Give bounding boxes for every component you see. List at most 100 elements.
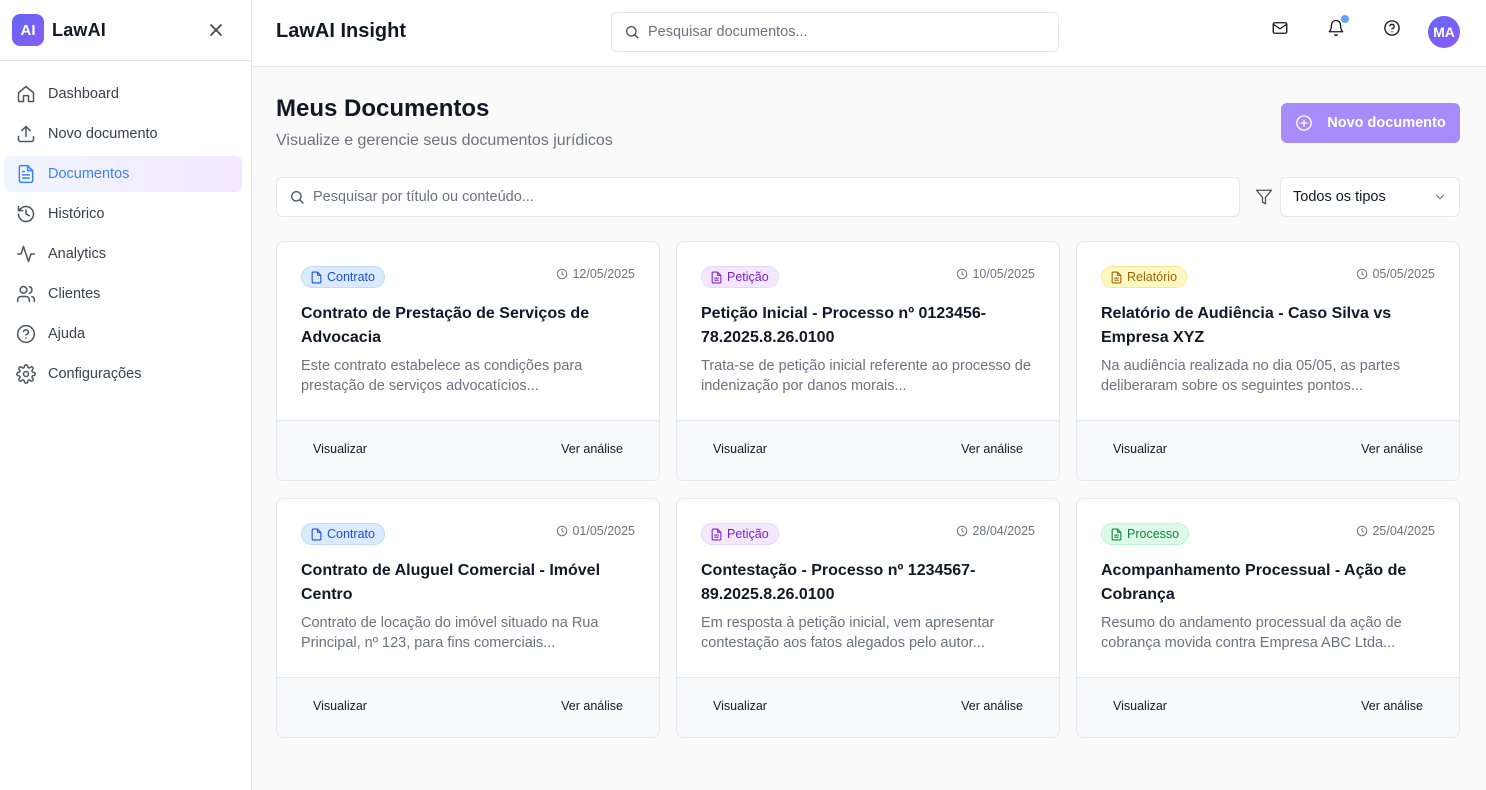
type-filter-select[interactable]: Todos os tipos xyxy=(1280,177,1460,217)
history-icon xyxy=(17,205,35,223)
sidebar-item-documentos[interactable]: Documentos xyxy=(4,156,242,192)
sidebar-item-clientes[interactable]: Clientes xyxy=(4,276,242,312)
sidebar-item-label: Dashboard xyxy=(48,86,119,102)
help-circle-icon xyxy=(1384,20,1400,36)
date-text: 10/05/2025 xyxy=(972,267,1035,281)
document-description: Em resposta à petição inicial, vem apres… xyxy=(701,614,995,651)
help-button[interactable] xyxy=(1382,18,1402,38)
file-icon xyxy=(311,528,322,540)
app-logo: AI xyxy=(12,14,44,46)
sidebar-item-label: Ajuda xyxy=(48,326,86,342)
clock-icon xyxy=(1357,268,1368,280)
type-filter-value: Todos os tipos xyxy=(1293,189,1386,205)
type-badge-label: Petição xyxy=(727,270,769,284)
sidebar-item-historico[interactable]: Histórico xyxy=(4,196,242,232)
type-badge: Petição xyxy=(701,266,779,288)
sidebar-item-configuracoes[interactable]: Configurações xyxy=(4,356,242,392)
help-circle-icon xyxy=(16,324,36,344)
view-button[interactable]: Visualizar xyxy=(1113,699,1167,713)
new-document-button[interactable]: Novo documento xyxy=(1281,103,1460,143)
sidebar-item-label: Configurações xyxy=(48,366,142,382)
view-analysis-button[interactable]: Ver análise xyxy=(961,442,1023,456)
card-footer: Visualizar Ver análise xyxy=(1077,677,1459,737)
messages-button[interactable] xyxy=(1270,18,1290,38)
document-description: Trata-se de petição inicial referente ao… xyxy=(701,357,1031,394)
card-footer: Visualizar Ver análise xyxy=(677,420,1059,480)
sidebar-item-label: Histórico xyxy=(48,206,105,222)
view-analysis-button[interactable]: Ver análise xyxy=(1361,442,1423,456)
document-date: 25/04/2025 xyxy=(1356,524,1435,538)
sidebar-item-novo-documento[interactable]: Novo documento xyxy=(4,116,242,152)
document-description: Este contrato estabelece as condições pa… xyxy=(301,357,583,394)
sidebar-item-analytics[interactable]: Analytics xyxy=(4,236,242,272)
view-button[interactable]: Visualizar xyxy=(1113,442,1167,456)
mail-icon xyxy=(1272,22,1288,34)
clock-icon xyxy=(557,268,568,280)
file-text-icon xyxy=(1111,528,1122,540)
view-button[interactable]: Visualizar xyxy=(313,442,367,456)
document-icon xyxy=(18,164,34,184)
document-search[interactable] xyxy=(276,177,1240,217)
document-card[interactable]: Contrato 01/05/2025 Contrato de Aluguel … xyxy=(276,498,660,738)
file-icon xyxy=(311,271,322,283)
card-footer: Visualizar Ver análise xyxy=(677,677,1059,737)
new-document-label: Novo documento xyxy=(1327,115,1446,131)
view-analysis-button[interactable]: Ver análise xyxy=(1361,699,1423,713)
document-card[interactable]: Petição 10/05/2025 Petição Inicial - Pro… xyxy=(676,241,1060,481)
page-title: Meus Documentos xyxy=(276,95,490,122)
clock-icon xyxy=(1357,525,1368,537)
notifications-button[interactable] xyxy=(1326,15,1349,38)
type-badge-label: Processo xyxy=(1127,527,1180,541)
document-search-input[interactable] xyxy=(313,189,1239,205)
brand-name: LawAI xyxy=(52,19,107,40)
document-description: Resumo do andamento processual da ação d… xyxy=(1101,614,1402,651)
sidebar-item-label: Novo documento xyxy=(48,126,158,142)
global-search[interactable] xyxy=(611,12,1059,52)
view-analysis-button[interactable]: Ver análise xyxy=(961,699,1023,713)
document-card[interactable]: Processo 25/04/2025 Acompanhamento Proce… xyxy=(1076,498,1460,738)
document-date: 12/05/2025 xyxy=(556,267,635,281)
type-badge: Processo xyxy=(1101,523,1190,545)
document-title: Contrato de Prestação de Serviços de Adv… xyxy=(301,304,590,346)
gear-icon xyxy=(16,364,36,384)
document-date: 05/05/2025 xyxy=(1356,267,1435,281)
sidebar-item-label: Analytics xyxy=(48,246,107,262)
view-button[interactable]: Visualizar xyxy=(713,699,767,713)
sidebar-item-dashboard[interactable]: Dashboard xyxy=(4,76,242,112)
file-text-icon xyxy=(1111,271,1122,283)
sidebar-item-label: Clientes xyxy=(48,286,101,302)
sidebar: AI LawAI Dashboard Novo documento Docume… xyxy=(0,0,252,790)
view-button[interactable]: Visualizar xyxy=(713,442,767,456)
document-date: 10/05/2025 xyxy=(956,267,1035,281)
close-sidebar-button[interactable] xyxy=(207,21,225,39)
type-badge: Contrato xyxy=(301,266,385,288)
close-icon xyxy=(210,24,222,36)
document-card[interactable]: Relatório 05/05/2025 Relatório de Audiên… xyxy=(1076,241,1460,481)
type-badge-label: Petição xyxy=(727,527,769,541)
document-title: Contrato de Aluguel Comercial - Imóvel C… xyxy=(301,561,601,603)
global-search-input[interactable] xyxy=(648,24,1058,40)
brand-header: AI LawAI xyxy=(0,0,251,61)
clock-icon xyxy=(557,525,568,537)
document-title: Acompanhamento Processual - Ação de Cobr… xyxy=(1101,561,1407,603)
user-avatar[interactable]: MA xyxy=(1428,16,1460,48)
search-icon xyxy=(626,26,639,39)
file-text-icon xyxy=(711,528,722,540)
document-card[interactable]: Petição 28/04/2025 Contestação - Process… xyxy=(676,498,1060,738)
sidebar-item-label: Documentos xyxy=(48,166,130,182)
view-analysis-button[interactable]: Ver análise xyxy=(561,699,623,713)
view-button[interactable]: Visualizar xyxy=(313,699,367,713)
type-badge-label: Contrato xyxy=(327,270,375,284)
app-title: LawAI Insight xyxy=(276,20,406,42)
card-footer: Visualizar Ver análise xyxy=(1077,420,1459,480)
document-date: 01/05/2025 xyxy=(556,524,635,538)
document-card[interactable]: Contrato 12/05/2025 Contrato de Prestaçã… xyxy=(276,241,660,481)
type-badge: Petição xyxy=(701,523,779,545)
type-badge: Contrato xyxy=(301,523,385,545)
top-bar: LawAI Insight MA xyxy=(252,0,1486,67)
chevron-down-icon xyxy=(1435,194,1445,200)
sidebar-item-ajuda[interactable]: Ajuda xyxy=(4,316,242,352)
view-analysis-button[interactable]: Ver análise xyxy=(561,442,623,456)
document-date: 28/04/2025 xyxy=(956,524,1035,538)
activity-icon xyxy=(16,245,36,263)
